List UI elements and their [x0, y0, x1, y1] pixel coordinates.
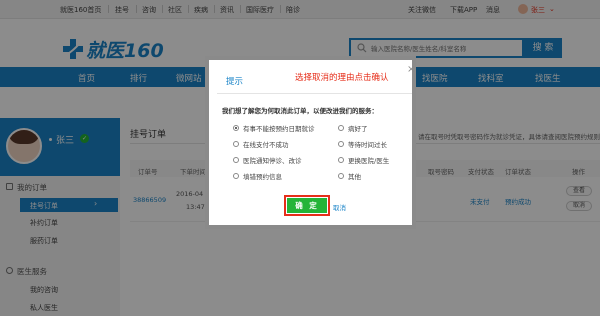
- reason-label: 等待时间过长: [348, 141, 387, 149]
- reason-option[interactable]: 有事不能按预约日期就诊: [233, 123, 315, 133]
- radio-button[interactable]: [233, 157, 239, 163]
- reason-option[interactable]: 其他: [338, 171, 361, 181]
- reason-label: 有事不能按预约日期就诊: [243, 125, 315, 133]
- confirm-button[interactable]: 确 定: [287, 198, 327, 213]
- reason-label: 病好了: [348, 125, 368, 133]
- radio-button[interactable]: [233, 141, 239, 147]
- reason-label: 填错预约信息: [243, 173, 282, 181]
- reason-option[interactable]: 医院通知停诊、改诊: [233, 155, 302, 165]
- reason-label: 医院通知停诊、改诊: [243, 157, 302, 165]
- reason-label: 更换医院/医生: [348, 157, 390, 165]
- reason-option[interactable]: 等待时间过长: [338, 139, 387, 149]
- radio-button[interactable]: [338, 157, 344, 163]
- cancel-link[interactable]: 取消: [333, 202, 346, 212]
- radio-button[interactable]: [233, 125, 239, 131]
- radio-button[interactable]: [233, 173, 239, 179]
- reason-option[interactable]: 更换医院/医生: [338, 155, 389, 165]
- reason-option[interactable]: 在线支付不成功: [233, 139, 289, 149]
- close-icon[interactable]: ×: [407, 64, 415, 75]
- reason-option[interactable]: 病好了: [338, 123, 368, 133]
- dialog-prompt: 我们想了解您为何取消此订单，以便改进我们的服务：: [222, 107, 378, 115]
- reason-option[interactable]: 填错预约信息: [233, 171, 282, 181]
- reason-label: 在线支付不成功: [243, 141, 289, 149]
- cancel-reason-dialog: 提示 选择取消的理由点击确认 × 我们想了解您为何取消此订单，以便改进我们的服务…: [205, 56, 416, 229]
- radio-button[interactable]: [338, 173, 344, 179]
- radio-button[interactable]: [338, 125, 344, 131]
- dialog-title: 提示: [226, 77, 244, 87]
- divider: [217, 93, 412, 94]
- radio-button[interactable]: [338, 141, 344, 147]
- dialog-annotation: 选择取消的理由点击确认: [295, 73, 389, 83]
- reason-label: 其他: [348, 173, 361, 181]
